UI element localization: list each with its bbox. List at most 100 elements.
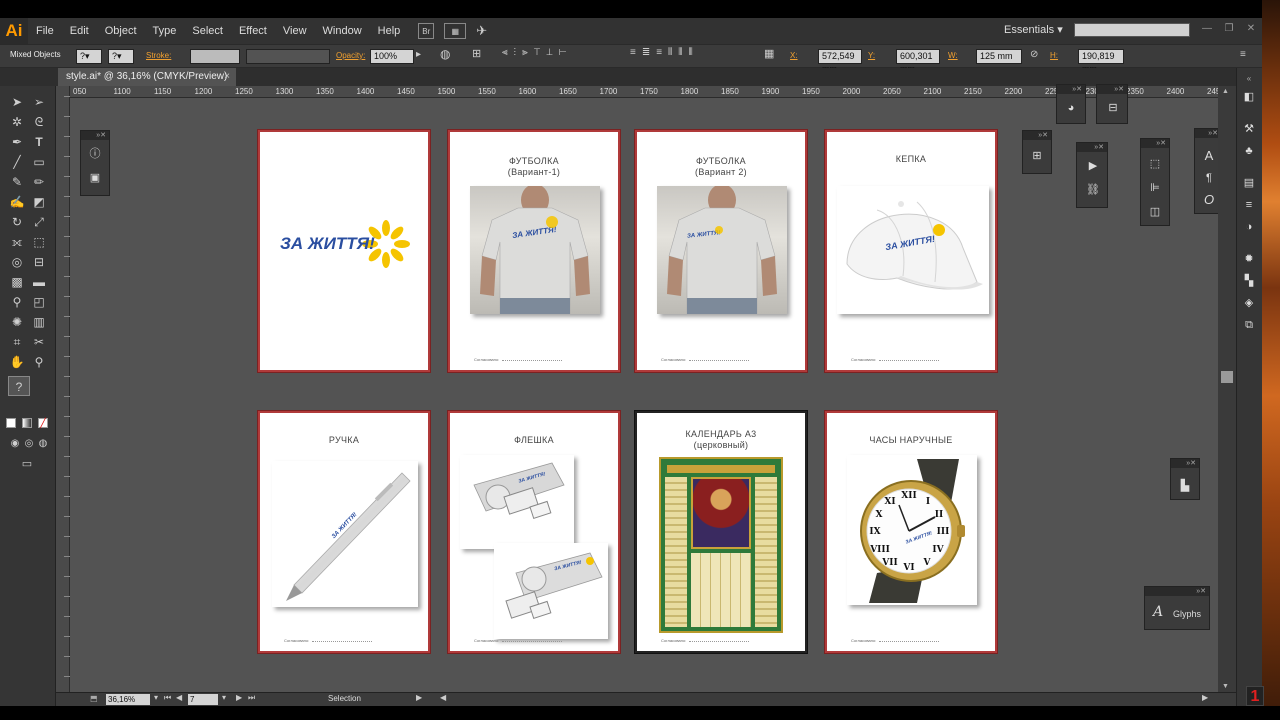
recolor-icon[interactable]: ◍ [440, 47, 450, 62]
hscroll-left-icon[interactable]: ◀ [440, 693, 446, 702]
help-search-input[interactable] [1074, 23, 1190, 37]
character-icon[interactable]: A [1201, 149, 1217, 163]
gpu-performance-icon[interactable]: ✈ [476, 23, 487, 39]
screen-mode-icon[interactable]: ▭ [18, 456, 36, 472]
artboard-flash-drive[interactable]: ФЛЕШКА ЗА ЖИТТЯ! ЗА ЖИТТЯ! Согласовано: [448, 411, 620, 653]
mesh-tool-icon[interactable]: ▩ [8, 274, 26, 290]
layers-panel-icon[interactable]: ◈ [1241, 296, 1257, 310]
previous-artboard-icon[interactable]: ◀ [176, 693, 182, 702]
canvas[interactable]: ЗА ЖИТТЯ! ФУТБОЛКА (Вариант-1) ЗА ЖИТТЯ!… [70, 84, 1222, 692]
type-tool-icon[interactable]: T [30, 134, 48, 150]
opacity-label[interactable]: Opacity: [336, 51, 365, 66]
stroke-weight-field[interactable] [190, 49, 240, 64]
variable-width-profile[interactable] [246, 49, 330, 64]
gradient-panel-icon[interactable]: ▤ [1241, 176, 1257, 190]
brushes-panel-icon[interactable]: ⚒ [1241, 122, 1257, 136]
scroll-down-icon[interactable]: ▼ [1222, 683, 1229, 690]
column-graph-tool-icon[interactable]: ▥ [30, 314, 48, 330]
color-mode-icon[interactable] [6, 418, 16, 428]
stroke-swatch[interactable]: ?▾ [108, 49, 134, 64]
menu-select[interactable]: Select [184, 25, 231, 37]
artboard-watch[interactable]: ЧАСЫ НАРУЧНЫЕ XII III VI IX I II IV V VII VII… [825, 411, 997, 653]
opacity-field[interactable]: 100% [370, 49, 414, 64]
menu-edit[interactable]: Edit [62, 25, 97, 37]
gradient-mode-icon[interactable] [22, 418, 32, 428]
panel-header[interactable]: »✕ [1145, 587, 1209, 596]
artboard-dropdown-icon[interactable]: ▾ [222, 693, 226, 702]
artboard-logo[interactable]: ЗА ЖИТТЯ! [258, 130, 430, 372]
shape-builder-tool-icon[interactable]: ◎ [8, 254, 26, 270]
rotate-tool-icon[interactable]: ↻ [8, 214, 26, 230]
align-panel-icon[interactable]: ⊟ [1105, 101, 1121, 115]
paintbrush-tool-icon[interactable]: ✎ [8, 174, 26, 190]
menu-object[interactable]: Object [97, 25, 145, 37]
artboard-tshirt-2[interactable]: ФУТБОЛКА (Вариант 2) ЗА ЖИТТЯ! Согласова… [635, 130, 807, 372]
align-icon[interactable]: ⊫ [1147, 181, 1163, 195]
artboard-pen[interactable]: РУЧКА ЗА ЖИТТЯ! Согласовано: [258, 411, 430, 653]
zoom-dropdown-icon[interactable]: ▾ [154, 693, 158, 702]
constrain-proportions-icon[interactable]: ⊘ [1030, 49, 1038, 64]
selection-tool-icon[interactable]: ➤ [8, 94, 26, 110]
gradient-tool-icon[interactable]: ▬ [30, 274, 48, 290]
color-panel-icon[interactable]: ◧ [1241, 90, 1257, 104]
pencil-tool-icon[interactable]: ✏ [30, 174, 48, 190]
free-transform-tool-icon[interactable]: ⬚ [30, 234, 48, 250]
arrange-documents-icon[interactable]: ▦ [444, 23, 467, 39]
h-field[interactable]: 190,819 mm [1078, 49, 1124, 74]
distribute-buttons-icon[interactable]: ≡≣≡⫴⫴⫴ [630, 47, 699, 62]
hscroll-right-icon[interactable]: ▶ [1202, 693, 1208, 702]
artboards-panel-icon[interactable]: ⧉ [1241, 318, 1257, 332]
menu-window[interactable]: Window [315, 25, 370, 37]
opacity-arrow-icon[interactable]: ▸ [416, 49, 421, 64]
artboard-calendar[interactable]: КАЛЕНДАРЬ А3 (церковный) Согласовано: [635, 411, 807, 653]
transparency-panel-icon[interactable]: ◑ [1241, 220, 1257, 234]
eraser-tool-icon[interactable]: ◩ [30, 194, 48, 210]
scale-tool-icon[interactable]: ⤢ [30, 214, 48, 230]
floating-panel-glyphs[interactable]: »✕ A Glyphs [1144, 586, 1210, 630]
pathfinder-icon[interactable]: ◫ [1147, 205, 1163, 219]
menu-effect[interactable]: Effect [231, 25, 275, 37]
vertical-scrollbar[interactable]: ▲ ▼ [1218, 86, 1236, 692]
stroke-panel-icon[interactable]: ≡ [1241, 198, 1257, 212]
lasso-tool-icon[interactable]: ᘓ [30, 114, 48, 130]
blob-brush-tool-icon[interactable]: ✍ [8, 194, 26, 210]
close-window-icon[interactable]: ✕ [1240, 23, 1262, 35]
minimize-icon[interactable]: — [1196, 23, 1218, 35]
scroll-up-icon[interactable]: ▲ [1222, 88, 1229, 95]
menu-type[interactable]: Type [145, 25, 185, 37]
direct-selection-tool-icon[interactable]: ➢ [30, 94, 48, 110]
zoom-level-field[interactable]: 36,16% [106, 694, 150, 705]
menu-help[interactable]: Help [370, 25, 409, 37]
floating-panel-artboards[interactable]: »✕ ⊞ [1022, 130, 1052, 174]
palette-icon[interactable]: ◕ [1063, 101, 1079, 115]
floating-panel-color-guide[interactable]: »✕ ◕ [1056, 84, 1086, 124]
pen-tool-icon[interactable]: ✒ [8, 134, 26, 150]
graphic-styles-icon[interactable]: ▙ [1177, 479, 1193, 493]
fill-stroke-swatch[interactable]: ? [8, 376, 30, 396]
rectangle-tool-icon[interactable]: ▭ [30, 154, 48, 170]
artboard-number-field[interactable]: 7 [188, 694, 218, 705]
links-icon[interactable]: ⛓ [1085, 183, 1101, 197]
hand-tool-icon[interactable]: ✋ [8, 354, 26, 370]
panel-header[interactable]: »✕ [1141, 139, 1169, 148]
eyedropper-tool-icon[interactable]: ⚲ [8, 294, 26, 310]
none-mode-icon[interactable]: ╱ [38, 418, 48, 428]
document-tab[interactable]: style.ai* @ 36,16% (CMYK/Preview) × [58, 68, 236, 86]
zoom-tool-icon[interactable]: ⚲ [30, 354, 48, 370]
panel-header[interactable]: »✕ [1023, 131, 1051, 140]
align-buttons-icon[interactable]: ⫷⫶⫸⊤⊥⊢ [502, 47, 572, 62]
menu-file[interactable]: File [28, 25, 62, 37]
document-info-icon[interactable]: ⓘ [87, 147, 103, 161]
vertical-ruler[interactable] [56, 86, 70, 692]
artboard-cap[interactable]: КЕПКА ЗА ЖИТТЯ! Согласовано: [825, 130, 997, 372]
status-menu-icon[interactable]: ▶ [416, 693, 422, 702]
w-field[interactable]: 125 mm [976, 49, 1022, 64]
status-mode-label[interactable]: Selection [328, 694, 361, 703]
horizontal-ruler[interactable]: 050 1100 1150 1200 1250 1300 1350 1400 1450 1500 1… [70, 86, 1218, 98]
artboard-tool-icon[interactable]: ⌗ [8, 334, 26, 350]
floating-panel-info[interactable]: »✕ ⓘ ▣ [80, 130, 110, 196]
perspective-grid-tool-icon[interactable]: ⊟ [30, 254, 48, 270]
draw-inside-icon[interactable]: ◍ [34, 436, 52, 452]
transform-icon[interactable]: ⬚ [1147, 157, 1163, 171]
workspace-switcher[interactable]: Essentials ▾ [1004, 23, 1063, 36]
